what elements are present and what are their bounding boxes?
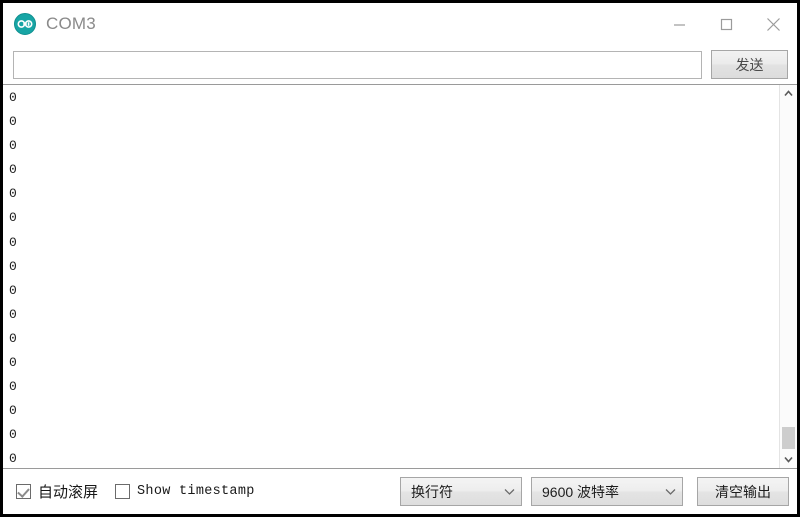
autoscroll-checkbox[interactable]: 自动滚屏 <box>16 481 98 502</box>
status-bar: 自动滚屏 Show timestamp 换行符 9600 波特率 清空输出 <box>3 469 797 514</box>
serial-monitor-window: COM3 发送 0 0 0 0 0 0 0 0 0 0 0 0 0 0 0 0 自动滚… <box>0 0 800 517</box>
serial-output-line: 0 <box>9 90 17 105</box>
show-timestamp-label: Show timestamp <box>137 484 255 499</box>
arduino-logo-icon <box>14 13 36 35</box>
serial-send-input[interactable] <box>13 50 702 79</box>
window-controls <box>656 3 797 45</box>
scrollbar-up-button[interactable] <box>780 85 797 102</box>
serial-output-line: 0 <box>9 355 17 371</box>
autoscroll-checkbox-box[interactable] <box>16 484 31 499</box>
minimize-button[interactable] <box>656 3 703 45</box>
serial-output-line: 0 <box>9 210 17 226</box>
serial-output-area: 0 0 0 0 0 0 0 0 0 0 0 0 0 0 0 0 <box>3 84 797 469</box>
close-icon <box>767 17 780 31</box>
scrollbar-down-button[interactable] <box>780 451 797 468</box>
chevron-down-icon <box>504 488 515 495</box>
chevron-down-icon <box>784 456 793 463</box>
show-timestamp-checkbox-box[interactable] <box>115 484 131 499</box>
scrollbar-thumb[interactable] <box>782 427 795 449</box>
serial-output-line: 0 <box>9 282 17 298</box>
title-bar: COM3 <box>3 3 797 45</box>
send-row: 发送 <box>3 45 797 84</box>
serial-output-line: 0 <box>9 114 17 130</box>
close-button[interactable] <box>750 3 797 45</box>
baud-rate-value: 9600 波特率 <box>542 483 620 500</box>
line-ending-dropdown[interactable]: 换行符 <box>400 477 522 506</box>
serial-output-line: 0 <box>9 379 17 395</box>
serial-output-text[interactable]: 0 0 0 0 0 0 0 0 0 0 0 0 0 0 0 0 <box>3 85 779 468</box>
serial-output-line: 0 <box>9 234 17 250</box>
serial-output-line: 0 <box>9 330 17 346</box>
serial-output-line: 0 <box>9 162 17 178</box>
window-title: COM3 <box>46 14 96 33</box>
serial-output-line: 0 <box>9 306 17 322</box>
maximize-icon <box>720 18 733 30</box>
autoscroll-label: 自动滚屏 <box>38 484 99 501</box>
line-ending-value: 换行符 <box>411 483 453 500</box>
output-scrollbar[interactable] <box>779 85 797 468</box>
serial-output-line: 0 <box>9 186 17 202</box>
serial-output-line: 0 <box>9 138 17 154</box>
title-bar-left: COM3 <box>3 13 96 35</box>
show-timestamp-checkbox[interactable]: Show timestamp <box>115 484 255 499</box>
chevron-down-icon <box>665 488 676 495</box>
serial-output-line: 0 <box>9 403 17 419</box>
clear-output-button[interactable]: 清空输出 <box>697 477 789 506</box>
chevron-up-icon <box>784 90 793 97</box>
baud-rate-dropdown[interactable]: 9600 波特率 <box>531 477 683 506</box>
serial-output-line: 0 <box>9 258 17 274</box>
serial-output-line: 0 <box>9 427 17 443</box>
serial-output-line: 0 <box>9 451 17 467</box>
send-button[interactable]: 发送 <box>711 50 788 79</box>
maximize-button[interactable] <box>703 3 750 45</box>
scrollbar-track[interactable] <box>780 102 797 451</box>
minimize-icon <box>674 23 685 26</box>
